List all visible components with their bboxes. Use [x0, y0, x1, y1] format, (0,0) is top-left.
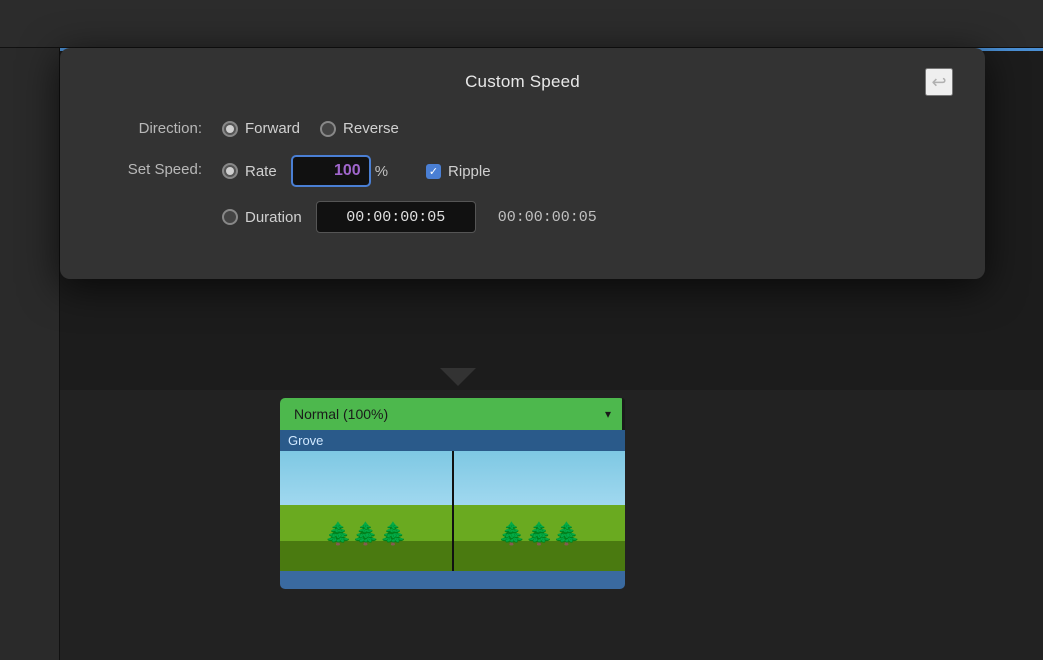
direction-label: Direction:: [92, 120, 202, 137]
set-speed-row: Set Speed: Rate % ✓ Ripple: [92, 155, 953, 233]
clip-bottom-bar: [280, 571, 625, 589]
rate-input-wrap: %: [291, 155, 388, 187]
rate-radio[interactable]: [222, 163, 238, 179]
duration-row: Duration 00:00:00:05: [222, 201, 953, 233]
forward-radio[interactable]: [222, 121, 238, 137]
clip-thumb-right: 🌲🌲🌲: [454, 451, 626, 571]
reverse-radio[interactable]: [320, 121, 336, 137]
clip-header: Normal (100%) ▾: [280, 398, 625, 430]
clip-title: Grove: [288, 433, 323, 448]
back-button[interactable]: ↩: [925, 68, 953, 96]
set-speed-section: Rate % ✓ Ripple Duration 00:00:00:05: [222, 155, 953, 233]
reverse-option[interactable]: Reverse: [320, 120, 399, 137]
modal-header: Custom Speed ↩: [92, 72, 953, 92]
ripple-checkbox[interactable]: ✓: [426, 164, 441, 179]
direction-radio-group: Forward Reverse: [222, 120, 399, 137]
direction-row: Direction: Forward Reverse: [92, 120, 953, 137]
duration-source-display: 00:00:00:05: [498, 209, 597, 226]
reverse-label: Reverse: [343, 120, 399, 137]
ripple-label: Ripple: [448, 163, 491, 180]
ripple-option[interactable]: ✓ Ripple: [426, 163, 491, 180]
sidebar-strip: [0, 0, 60, 660]
forward-option[interactable]: Forward: [222, 120, 300, 137]
clip-stripe: [622, 398, 625, 430]
clip-container: Normal (100%) ▾ Grove 🌲🌲🌲 🌲🌲🌲: [280, 398, 625, 589]
clip-title-bar: Grove: [280, 430, 625, 451]
clip-thumb-left: 🌲🌲🌲: [280, 451, 452, 571]
rate-label: Rate: [245, 163, 277, 180]
duration-radio-option[interactable]: Duration: [222, 209, 302, 226]
modal-arrow: [440, 368, 476, 386]
duration-radio[interactable]: [222, 209, 238, 225]
custom-speed-modal: Custom Speed ↩ Direction: Forward Revers…: [60, 48, 985, 279]
set-speed-label: Set Speed:: [92, 161, 202, 178]
clip-speed-label: Normal (100%): [294, 406, 388, 422]
rate-percent-symbol: %: [375, 163, 388, 180]
clip-chevron-icon: ▾: [605, 407, 611, 421]
clip-thumbnails: 🌲🌲🌲 🌲🌲🌲: [280, 451, 625, 571]
modal-title: Custom Speed: [465, 72, 580, 92]
forward-label: Forward: [245, 120, 300, 137]
duration-input[interactable]: [316, 201, 476, 233]
rate-radio-option[interactable]: Rate: [222, 163, 277, 180]
duration-label: Duration: [245, 209, 302, 226]
rate-input[interactable]: [291, 155, 371, 187]
rate-row: Rate % ✓ Ripple: [222, 155, 953, 187]
top-strip: [0, 0, 1043, 48]
